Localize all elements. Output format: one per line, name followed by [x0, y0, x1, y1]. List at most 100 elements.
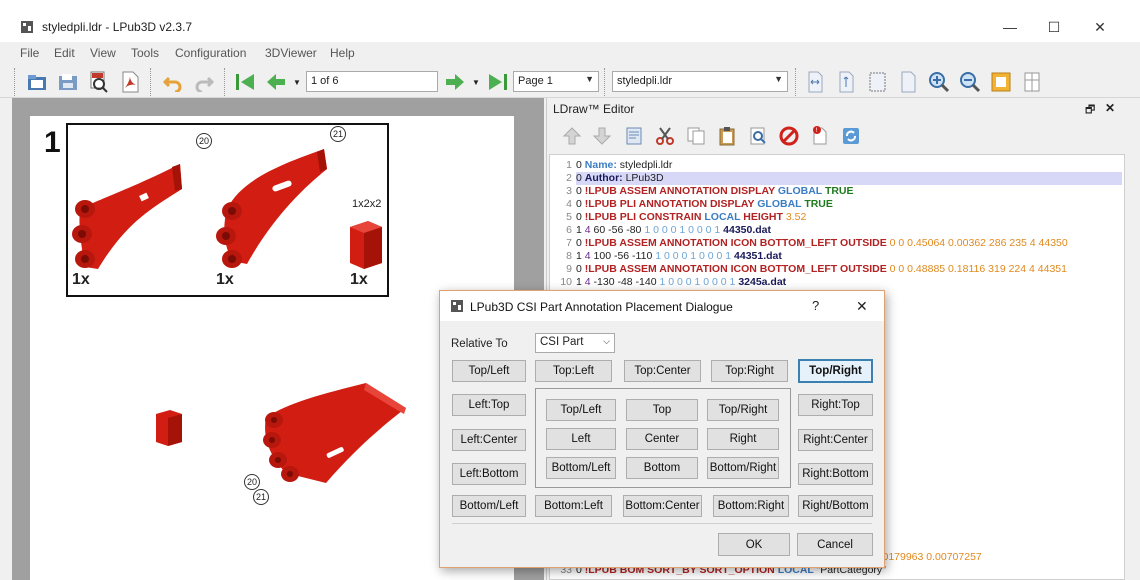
- fit-visible-button[interactable]: [833, 69, 859, 95]
- page-number-field[interactable]: 1 of 6: [306, 71, 438, 92]
- code-line[interactable]: 30 !LPUB ASSEM ANNOTATION DISPLAY GLOBAL…: [550, 185, 853, 198]
- page-select[interactable]: Page 1 ▼: [513, 71, 599, 92]
- placement-right-top-button[interactable]: Right:Top: [798, 394, 873, 416]
- close-panel-icon[interactable]: ✕: [1105, 101, 1115, 115]
- code-token: 100 -56 -110: [593, 250, 656, 262]
- placement-left-bottom-button[interactable]: Left:Bottom: [452, 463, 526, 485]
- relative-to-value: CSI Part: [540, 336, 584, 348]
- editor-copy-button[interactable]: [683, 123, 709, 149]
- placement-top-right-outer-button[interactable]: Top/Right: [798, 359, 873, 383]
- code-line[interactable]: 40 !LPUB PLI ANNOTATION DISPLAY GLOBAL T…: [550, 198, 833, 211]
- menu-file[interactable]: File: [20, 46, 39, 60]
- code-line[interactable]: 81 4 100 -56 -110 1 0 0 0 1 0 0 0 1 4435…: [550, 250, 782, 263]
- arrow-up-icon: [562, 127, 582, 145]
- svg-text:!: !: [816, 127, 818, 134]
- placement-inside-bottom-left-button[interactable]: Bottom/Left: [546, 457, 616, 479]
- code-line[interactable]: 10 1 4 -130 -48 -140 1 0 0 0 1 0 0 0 1 32…: [550, 276, 786, 289]
- menu-view[interactable]: View: [90, 46, 116, 60]
- code-line[interactable]: 90 !LPUB ASSEM ANNOTATION ICON BOTTOM_LE…: [550, 263, 1067, 276]
- editor-cut-button[interactable]: [652, 123, 678, 149]
- relative-to-select[interactable]: CSI Part ⌵: [535, 333, 615, 353]
- editor-find-button[interactable]: [745, 123, 771, 149]
- line-number: 10: [560, 276, 572, 288]
- placement-right-bottom-outer-button[interactable]: Right/Bottom: [798, 495, 873, 517]
- first-page-button[interactable]: [232, 69, 258, 95]
- placement-top-left-button[interactable]: Top:Left: [535, 360, 612, 382]
- placement-bottom-right-button[interactable]: Bottom:Right: [713, 495, 789, 517]
- fit-width-button[interactable]: [802, 69, 828, 95]
- menu-tools[interactable]: Tools: [131, 46, 159, 60]
- last-page-button[interactable]: [485, 69, 511, 95]
- dialog-close-button[interactable]: ✕: [856, 298, 868, 315]
- code-line[interactable]: 61 4 60 -56 -80 1 0 0 0 1 0 0 0 1 44350.…: [550, 224, 771, 237]
- code-token: !LPUB ASSEM ANNOTATION DISPLAY: [584, 185, 778, 197]
- placement-top-center-button[interactable]: Top:Center: [624, 360, 701, 382]
- placement-top-left-outer-button[interactable]: Top/Left: [452, 360, 526, 382]
- redo-button[interactable]: [191, 69, 217, 95]
- editor-delete-button[interactable]: [776, 123, 802, 149]
- editor-new-button[interactable]: !: [807, 123, 833, 149]
- placement-inside-center-button[interactable]: Center: [626, 428, 698, 450]
- placement-inside-top-right-button[interactable]: Top/Right: [707, 399, 779, 421]
- zoom-out-button[interactable]: [957, 69, 983, 95]
- open-button[interactable]: [24, 69, 50, 95]
- toolbar-separator: [150, 68, 152, 96]
- button-label: Top/Left: [560, 404, 602, 416]
- menu-3dviewer[interactable]: 3DViewer: [265, 46, 317, 60]
- fit-scene-button[interactable]: [864, 69, 890, 95]
- minimize-icon: —: [1003, 19, 1017, 35]
- editor-move-up-button[interactable]: [559, 123, 585, 149]
- placement-inside-top-left-button[interactable]: Top/Left: [546, 399, 616, 421]
- line-number: 8: [566, 250, 572, 262]
- placement-inside-left-button[interactable]: Left: [546, 428, 616, 450]
- actual-size-button[interactable]: [895, 69, 921, 95]
- print-to-pdf-preview-button[interactable]: [86, 69, 112, 95]
- help-button[interactable]: ?: [812, 298, 819, 313]
- next-page-menu-button[interactable]: ▼: [469, 69, 483, 95]
- button-label: Left: [571, 433, 591, 445]
- code-line[interactable]: 50 !LPUB PLI CONSTRAIN LOCAL HEIGHT 3.52: [550, 211, 806, 224]
- button-label: Right:Top: [811, 399, 860, 411]
- cancel-button[interactable]: Cancel: [797, 533, 873, 556]
- placement-right-bottom-button[interactable]: Right:Bottom: [798, 463, 873, 485]
- maximize-button[interactable]: ☐: [1034, 14, 1074, 40]
- code-token: 44350.dat: [723, 224, 772, 236]
- placement-top-right-button[interactable]: Top:Right: [711, 360, 788, 382]
- code-token: 0: [576, 159, 585, 171]
- placement-inside-right-button[interactable]: Right: [707, 428, 779, 450]
- menu-help[interactable]: Help: [330, 46, 355, 60]
- placement-inside-top-button[interactable]: Top: [626, 399, 698, 421]
- editor-refresh-button[interactable]: [838, 123, 864, 149]
- placement-bottom-left-button[interactable]: Bottom:Left: [535, 495, 612, 517]
- editor-edit-button[interactable]: [621, 123, 647, 149]
- code-line[interactable]: 10 Name: styledpli.ldr: [550, 159, 672, 172]
- placement-right-center-button[interactable]: Right:Center: [798, 429, 873, 451]
- undo-button[interactable]: [160, 69, 186, 95]
- parts-list-box[interactable]: 20 1x 21 1x 1x2x2 1x: [66, 123, 389, 297]
- menu-edit[interactable]: Edit: [54, 46, 75, 60]
- export-pdf-button[interactable]: [117, 69, 143, 95]
- minimize-button[interactable]: —: [990, 14, 1030, 40]
- next-page-button[interactable]: [442, 69, 468, 95]
- placement-left-top-button[interactable]: Left:Top: [452, 394, 526, 416]
- ok-button[interactable]: OK: [718, 533, 790, 556]
- placement-left-center-button[interactable]: Left:Center: [452, 429, 526, 451]
- code-line[interactable]: 70 !LPUB ASSEM ANNOTATION ICON BOTTOM_LE…: [550, 237, 1068, 250]
- close-button[interactable]: ✕: [1080, 14, 1120, 40]
- editor-paste-button[interactable]: [714, 123, 740, 149]
- scene-guides-button[interactable]: [1019, 69, 1045, 95]
- save-button[interactable]: [55, 69, 81, 95]
- placement-inside-bottom-button[interactable]: Bottom: [626, 457, 698, 479]
- placement-inside-bottom-right-button[interactable]: Bottom/Right: [707, 457, 779, 479]
- zoom-in-button[interactable]: [926, 69, 952, 95]
- file-select[interactable]: styledpli.ldr ▼: [612, 71, 788, 92]
- previous-page-button[interactable]: [263, 69, 289, 95]
- scene-ruler-button[interactable]: [988, 69, 1014, 95]
- previous-page-menu-button[interactable]: ▼: [290, 69, 304, 95]
- code-line[interactable]: 20 Author: LPub3D: [550, 172, 663, 185]
- placement-bottom-center-button[interactable]: Bottom:Center: [623, 495, 702, 517]
- float-panel-icon[interactable]: 🗗: [1085, 101, 1095, 120]
- placement-bottom-left-outer-button[interactable]: Bottom/Left: [452, 495, 526, 517]
- editor-move-down-button[interactable]: [589, 123, 615, 149]
- menu-configuration[interactable]: Configuration: [175, 46, 246, 60]
